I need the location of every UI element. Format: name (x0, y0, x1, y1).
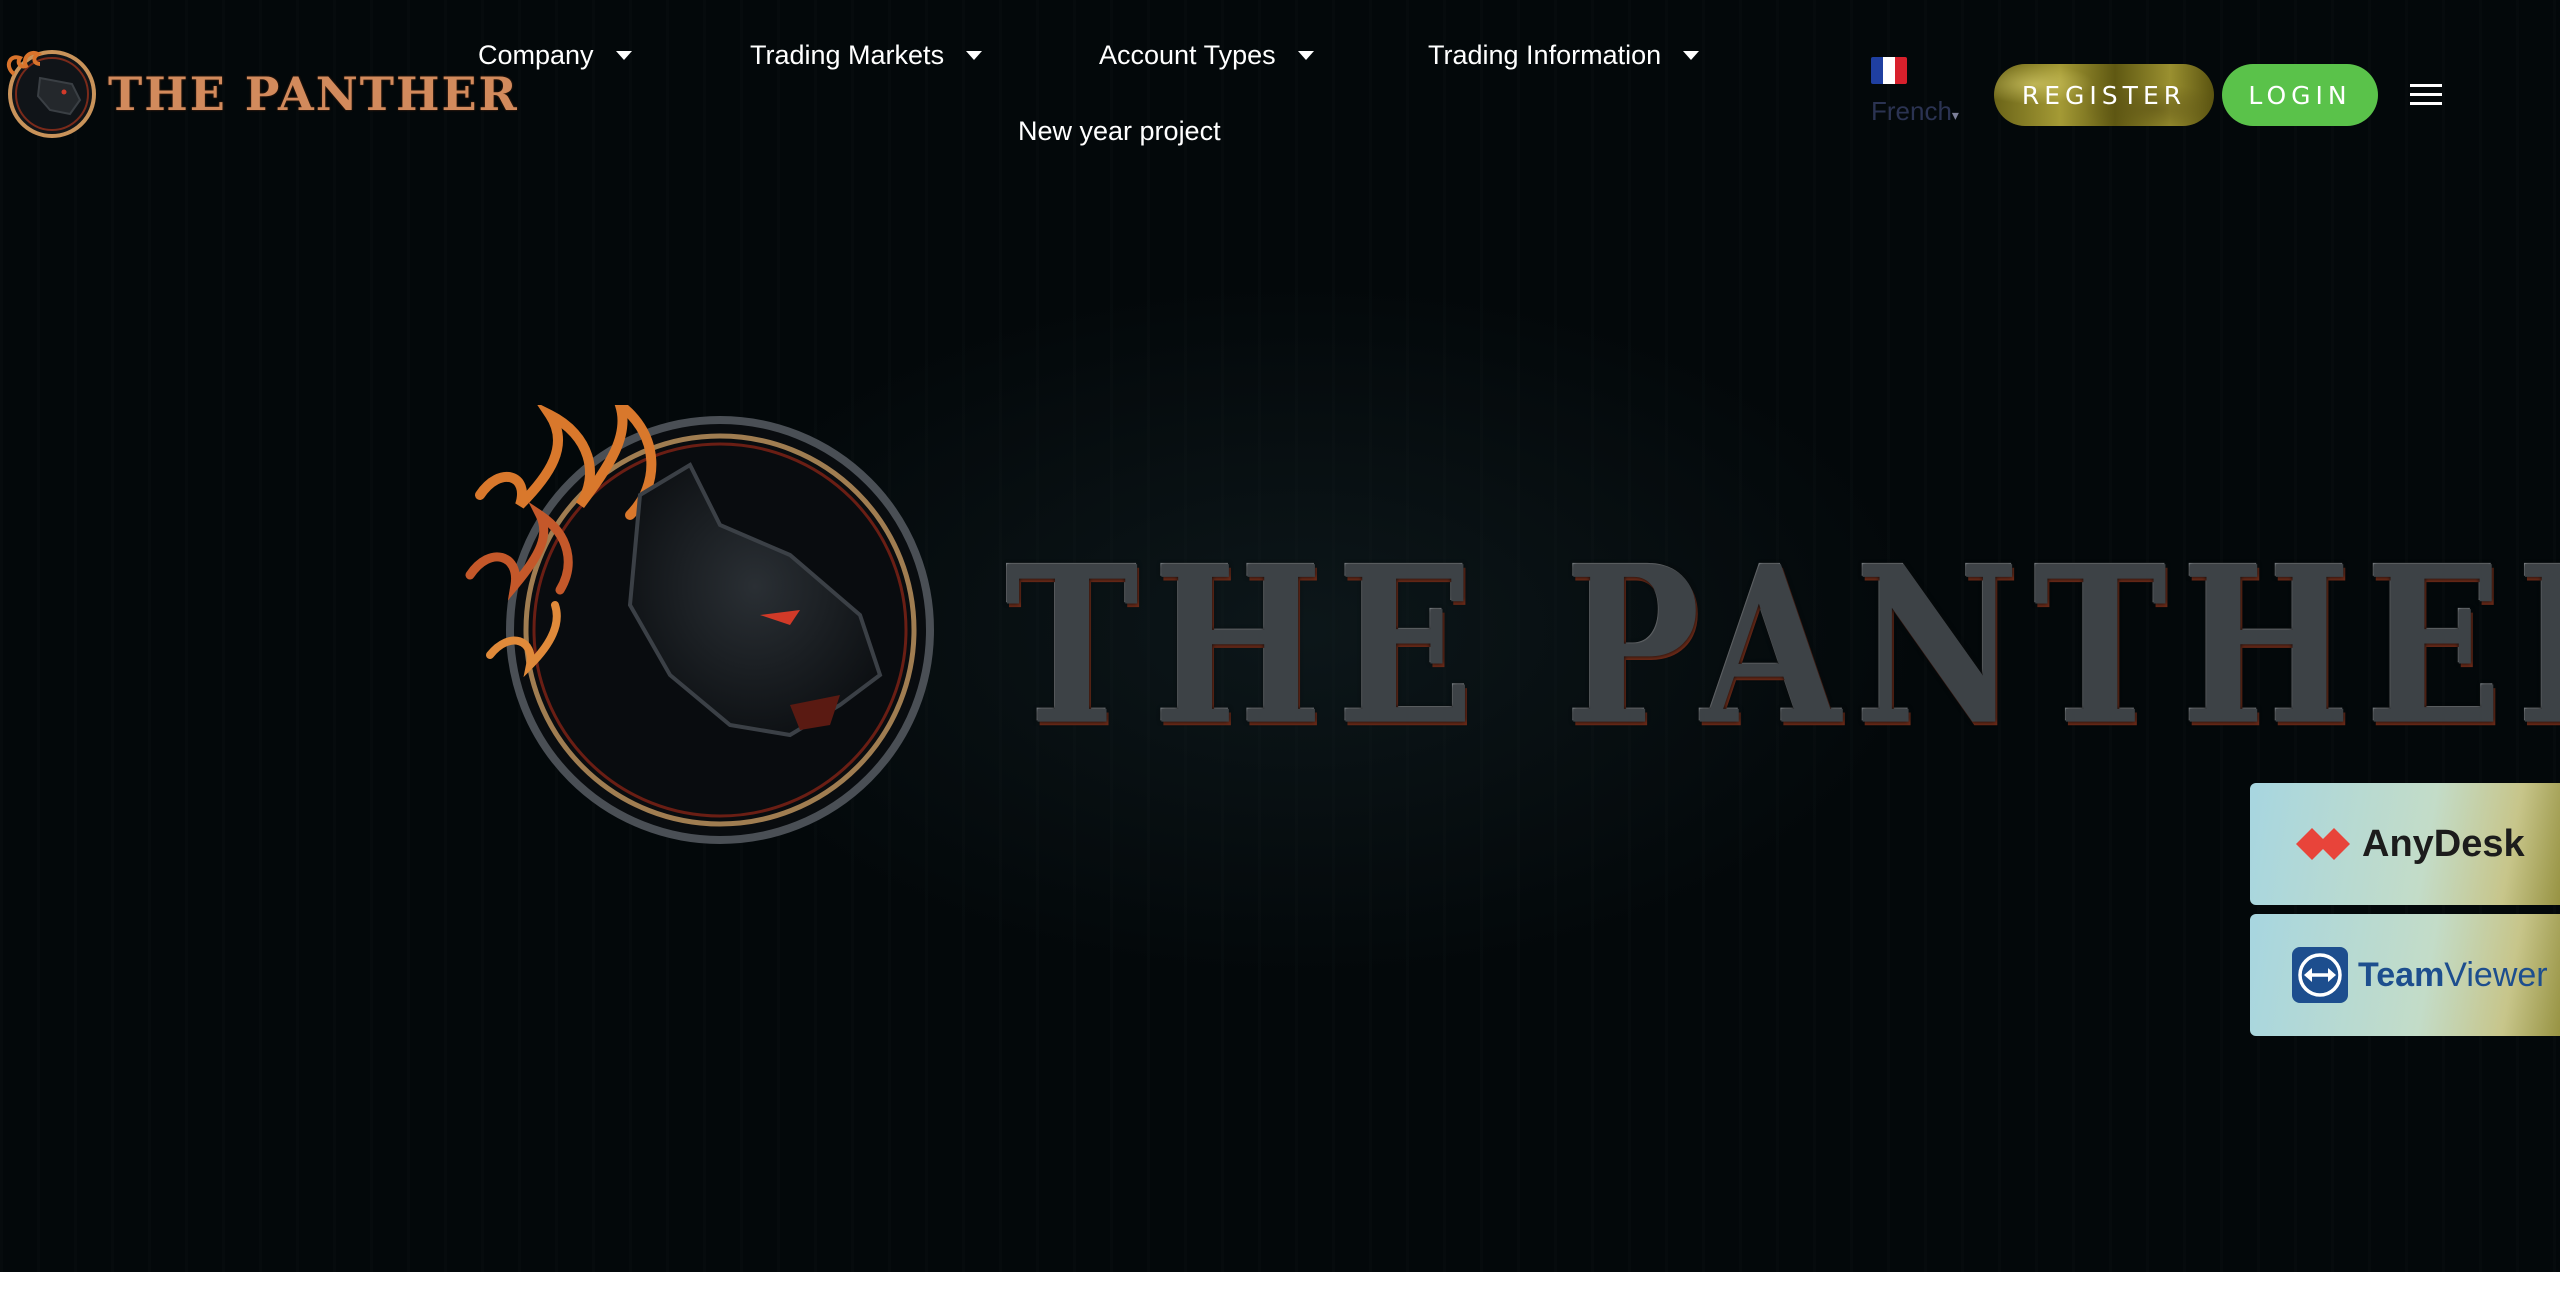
menu-icon[interactable] (2410, 84, 2442, 106)
nav-trading-information-label: Trading Information (1428, 40, 1662, 70)
hero-title: THE PANTHER (1005, 520, 2560, 774)
register-button[interactable]: REGISTER (1994, 64, 2214, 126)
caret-down-icon (966, 51, 983, 60)
teamviewer-icon (2292, 947, 2348, 1003)
panther-logo-icon (6, 50, 96, 138)
teamviewer-label-bold: Team (2358, 955, 2445, 994)
nav-account-types[interactable]: Account Types (1099, 40, 1314, 71)
chevron-down-icon: ▾ (1951, 107, 1959, 123)
site-logo[interactable]: THE PANTHER (0, 44, 519, 144)
language-label: French▾ (1871, 96, 1971, 127)
language-selector[interactable]: French▾ (1871, 57, 1971, 127)
nav-trading-information[interactable]: Trading Information (1428, 40, 1700, 71)
anydesk-icon (2296, 828, 2350, 860)
anydesk-label: AnyDesk (2362, 822, 2525, 865)
nav-new-year-project-label: New year project (1018, 116, 1221, 146)
nav-trading-markets[interactable]: Trading Markets (750, 40, 983, 71)
login-button[interactable]: LOGIN (2222, 64, 2378, 126)
teamviewer-widget[interactable]: TeamViewer (2250, 914, 2560, 1036)
teamviewer-label-light: Viewer (2444, 955, 2548, 994)
nav-company-label: Company (478, 40, 594, 70)
caret-down-icon (1683, 51, 1700, 60)
nav-new-year-project[interactable]: New year project (1018, 116, 1221, 147)
language-name: French (1871, 96, 1952, 126)
caret-down-icon (1297, 51, 1314, 60)
teamviewer-label: TeamViewer (2358, 956, 2548, 995)
hero-background: THE PANTHER Company Trading Markets Acco… (0, 0, 2560, 1272)
caret-down-icon (615, 51, 632, 60)
nav-company[interactable]: Company (478, 40, 632, 71)
panther-emblem-icon (465, 405, 934, 844)
french-flag-icon (1871, 57, 1907, 84)
nav-account-types-label: Account Types (1099, 40, 1276, 70)
anydesk-widget[interactable]: AnyDesk (2250, 783, 2560, 905)
nav-trading-markets-label: Trading Markets (750, 40, 945, 70)
logo-wordmark: THE PANTHER (108, 67, 519, 121)
